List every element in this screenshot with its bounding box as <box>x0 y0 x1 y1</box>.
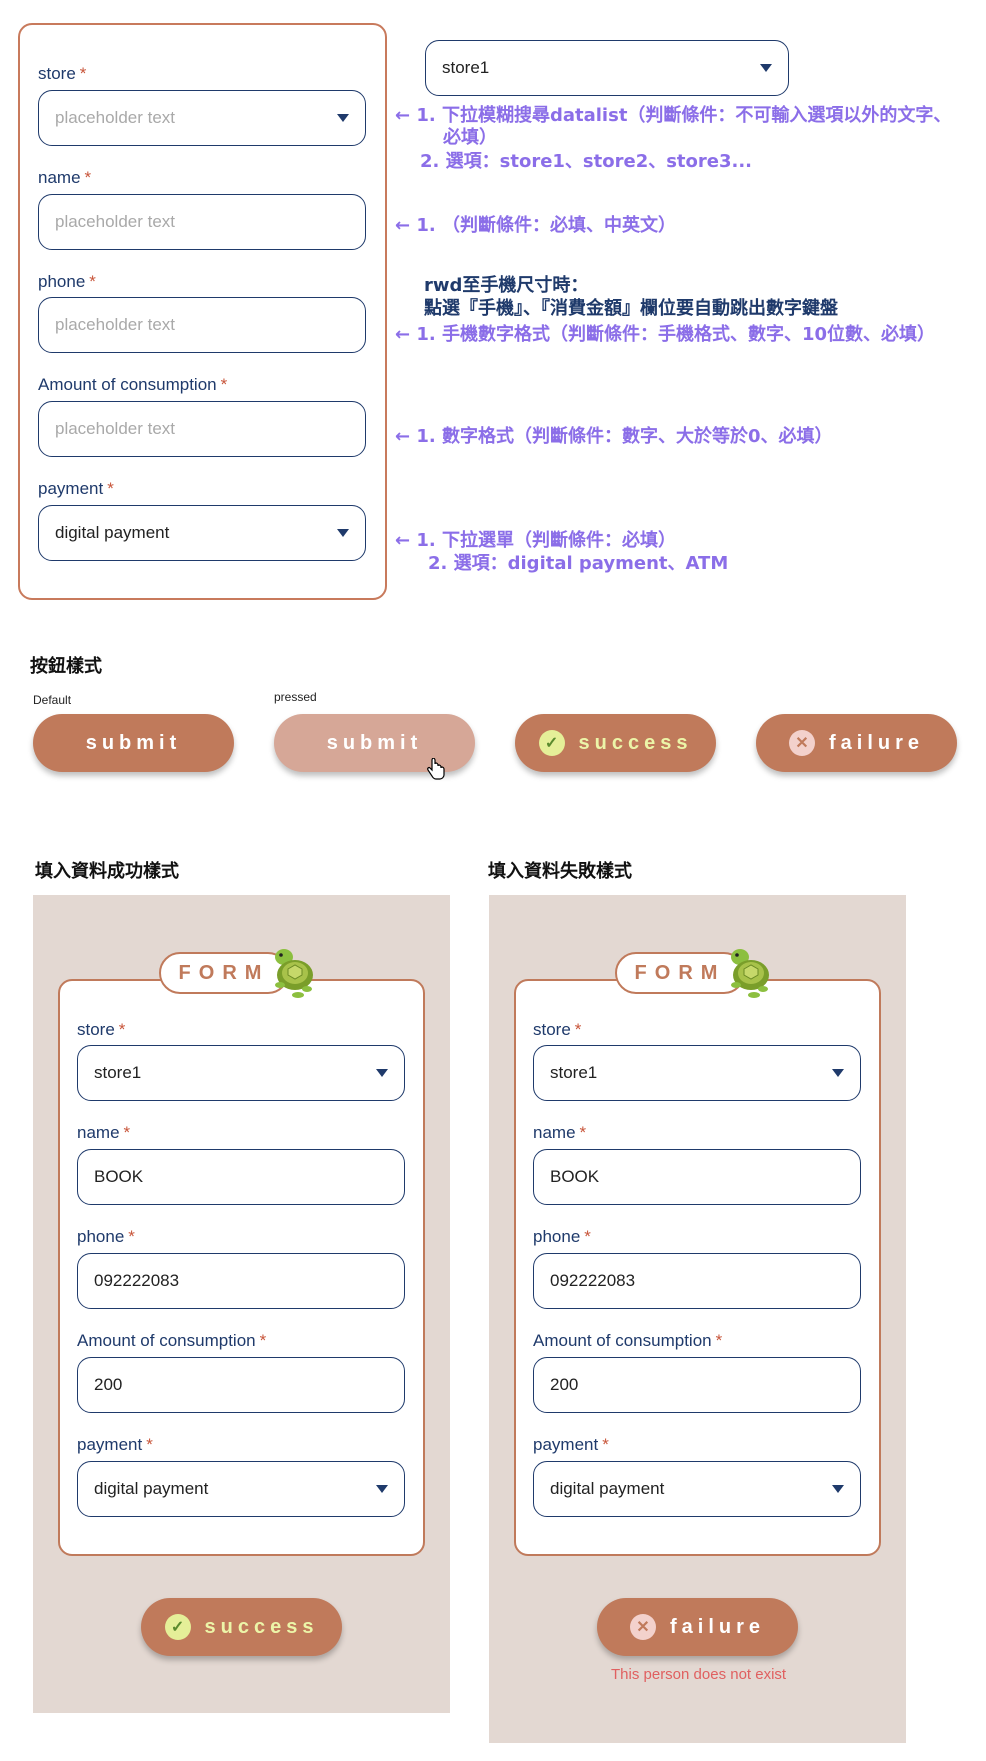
hand-pointer-icon <box>427 758 445 780</box>
success-button[interactable]: ✓ success <box>515 714 716 772</box>
name-label: name * <box>38 168 92 187</box>
phone-label: phone * <box>533 1227 591 1246</box>
name-input[interactable]: BOOK <box>533 1149 861 1205</box>
payment-note-2: 2. 選項：digital payment、ATM <box>428 553 729 574</box>
button-styles-title: 按鈕樣式 <box>30 656 102 677</box>
amount-note: ← 1. 數字格式（判斷條件：數字、大於等於0、必填） <box>395 426 833 447</box>
payment-select[interactable]: digital payment <box>77 1461 405 1517</box>
store-select[interactable]: store1 <box>533 1045 861 1101</box>
phone-input[interactable]: placeholder text <box>38 297 366 353</box>
failure-label: failure <box>669 1615 766 1638</box>
check-circle-icon: ✓ <box>538 730 565 756</box>
turtle-icon <box>731 949 769 998</box>
chevron-down-icon <box>337 114 349 122</box>
x-circle-icon: ✕ <box>629 1614 656 1640</box>
store-value: store1 <box>550 1063 598 1082</box>
name-input[interactable]: BOOK <box>77 1149 405 1205</box>
payment-label: payment * <box>77 1435 153 1454</box>
failure-button[interactable]: ✕ failure <box>756 714 957 772</box>
name-note: ← 1. （判斷條件：必填、中英文） <box>395 215 676 236</box>
store-label: store * <box>38 64 87 83</box>
turtle-icon <box>275 949 313 998</box>
amount-placeholder: placeholder text <box>55 419 176 438</box>
name-label: name * <box>533 1123 587 1142</box>
phone-label: phone * <box>38 272 96 291</box>
chevron-down-icon <box>376 1069 388 1077</box>
store-placeholder: placeholder text <box>55 108 176 127</box>
rwd-note-2: 點選『手機』、『消費金額』欄位要自動跳出數字鍵盤 <box>424 298 838 319</box>
amount-label: Amount of consumption * <box>533 1331 723 1350</box>
chevron-down-icon <box>832 1485 844 1493</box>
payment-select[interactable]: digital payment <box>533 1461 861 1517</box>
store-value: store1 <box>94 1063 142 1082</box>
payment-value: digital payment <box>94 1479 209 1498</box>
failure-panel-title: 填入資料失敗樣式 <box>488 861 632 882</box>
name-input[interactable]: placeholder text <box>38 194 366 250</box>
failure-button[interactable]: ✕ failure <box>597 1598 798 1656</box>
store-select[interactable]: store1 <box>77 1045 405 1101</box>
amount-value: 200 <box>94 1375 123 1394</box>
payment-value: digital payment <box>550 1479 665 1498</box>
pressed-label: pressed <box>274 690 317 704</box>
datalist-value: store1 <box>442 58 490 77</box>
success-button[interactable]: ✓ success <box>141 1598 342 1656</box>
amount-label: Amount of consumption * <box>38 375 228 394</box>
chevron-down-icon <box>376 1485 388 1493</box>
name-value: BOOK <box>94 1167 144 1186</box>
phone-placeholder: placeholder text <box>55 315 176 334</box>
store-datalist-example[interactable]: store1 <box>425 40 789 96</box>
name-label: name * <box>77 1123 131 1142</box>
payment-label: payment * <box>38 479 114 498</box>
name-placeholder: placeholder text <box>55 212 176 231</box>
amount-value: 200 <box>550 1375 579 1394</box>
default-label: Default <box>33 693 72 707</box>
chevron-down-icon <box>832 1069 844 1077</box>
phone-input[interactable]: 092222083 <box>533 1253 861 1309</box>
amount-label: Amount of consumption * <box>77 1331 267 1350</box>
phone-input[interactable]: 092222083 <box>77 1253 405 1309</box>
store-note-2: 必填） <box>443 127 497 148</box>
phone-label: phone * <box>77 1227 135 1246</box>
submit-label: submit <box>85 731 182 754</box>
amount-input[interactable]: placeholder text <box>38 401 366 457</box>
chevron-down-icon <box>760 64 772 72</box>
submit-label: submit <box>326 731 423 754</box>
amount-input[interactable]: 200 <box>77 1357 405 1413</box>
payment-label: payment * <box>533 1435 609 1454</box>
payment-select[interactable]: digital payment <box>38 505 366 561</box>
check-circle-icon: ✓ <box>164 1614 191 1640</box>
success-label: success <box>578 731 693 754</box>
store-select[interactable]: placeholder text <box>38 90 366 146</box>
failure-label: failure <box>828 731 925 754</box>
name-value: BOOK <box>550 1167 600 1186</box>
chevron-down-icon <box>337 529 349 537</box>
success-label: success <box>204 1615 319 1638</box>
x-circle-icon: ✕ <box>788 730 815 756</box>
error-message: This person does not exist <box>611 1666 787 1683</box>
amount-input[interactable]: 200 <box>533 1357 861 1413</box>
phone-value: 092222083 <box>94 1271 180 1290</box>
store-label: store * <box>533 1020 582 1039</box>
phone-value: 092222083 <box>550 1271 636 1290</box>
store-label: store * <box>77 1020 126 1039</box>
store-note-3: 2. 選項：store1、store2、store3... <box>420 151 753 172</box>
submit-button-default[interactable]: submit <box>33 714 234 772</box>
phone-note: ← 1. 手機數字格式（判斷條件：手機格式、數字、10位數、必填） <box>395 324 936 345</box>
payment-value: digital payment <box>55 523 170 542</box>
success-panel-title: 填入資料成功樣式 <box>35 861 179 882</box>
